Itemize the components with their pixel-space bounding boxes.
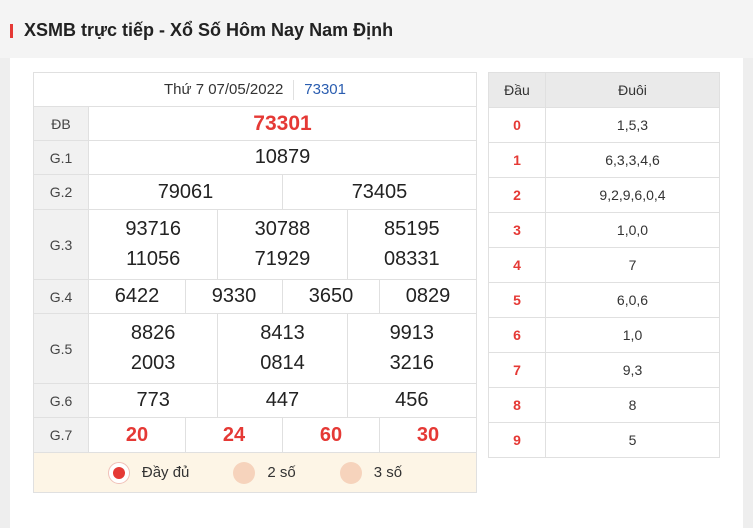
radio-icon[interactable] [233,461,256,484]
loto-duoi: 7 [628,257,637,273]
prize-number: 8826 [130,321,176,344]
prize-label: G.2 [34,175,89,209]
draw-date: Thứ 7 07/05/2022 [164,79,295,100]
loto-table: Đầu Đuôi 0 1,5,3 1 6,3,3,4,6 2 9,2,9,6,0… [488,72,720,458]
loto-dau: 6 [489,318,546,352]
page-header: XSMB trực tiếp - Xổ Số Hôm Nay Nam Định [0,0,753,58]
prize-row-g4: G.4 6422 9330 3650 0829 [34,280,476,314]
loto-header-dau: Đầu [489,73,546,107]
prize-number: 0829 [405,285,451,307]
option-label: Đầy đủ [141,464,190,481]
prize-number: 08331 [384,248,440,271]
draw-code-link[interactable]: 73301 [294,80,346,100]
loto-dau: 1 [489,143,546,177]
prize-number: 71929 [254,248,311,271]
prize-label: G.3 [34,210,89,279]
loto-dau: 7 [489,353,546,387]
prize-number: 9330 [186,280,283,313]
prize-label: G.1 [34,141,89,174]
prize-number: 3650 [283,280,380,313]
prize-number: 3216 [389,352,435,375]
loto-duoi: 6,0,6 [616,292,649,308]
results-table: Thứ 7 07/05/2022 73301 ĐB 73301 G.1 1087… [33,72,477,493]
loto-dau: 2 [489,178,546,212]
loto-duoi: 6,3,3,4,6 [605,152,660,168]
prize-number: 73405 [351,180,408,203]
loto-row: 4 7 [489,248,719,283]
results-header: Thứ 7 07/05/2022 73301 [34,73,476,107]
loto-duoi: 1,0,0 [616,222,649,238]
display-options: Đầy đủ 2 số 3 số [34,453,476,493]
prize-label: G.5 [34,314,89,383]
option-label: 2 số [267,464,296,481]
loto-row: 9 5 [489,423,719,458]
prize-number: 6422 [89,280,186,313]
prize-number: 0814 [260,352,305,375]
prize-number: 11056 [126,248,181,271]
loto-row: 1 6,3,3,4,6 [489,143,719,178]
prize-number: 447 [218,384,348,417]
prize-number: 79061 [89,175,283,209]
option-label: 3 số [373,464,403,481]
prize-number: 9913 [389,321,435,344]
loto-duoi: 1,5,3 [616,117,649,133]
radio-selected-icon[interactable] [107,461,130,484]
option-3-digits[interactable]: 3 số [339,461,403,484]
loto-dau: 8 [489,388,546,422]
prize-row-g1: G.1 10879 [34,141,476,175]
loto-dau: 9 [489,423,546,457]
loto-row: 2 9,2,9,6,0,4 [489,178,719,213]
prize-row-g3: G.3 93716 11056 30788 71929 85195 08331 [34,210,476,280]
prize-number: 60 [283,418,380,452]
prize-label: G.7 [34,418,89,452]
prize-number: 20 [89,418,186,452]
loto-dau: 5 [489,283,546,317]
loto-row: 3 1,0,0 [489,213,719,248]
prize-number: 24 [186,418,283,452]
prize-label: G.6 [34,384,89,417]
option-full[interactable]: Đầy đủ [107,461,190,484]
header-accent-bar [10,24,13,38]
prize-row-g5: G.5 8826 2003 8413 0814 9913 3216 [34,314,476,384]
prize-label: G.4 [34,280,89,313]
loto-header-row: Đầu Đuôi [489,73,719,108]
prize-number: 2003 [130,352,176,375]
prize-number: 93716 [125,217,181,240]
prize-number: 8413 [260,321,305,344]
loto-dau: 0 [489,108,546,142]
loto-duoi: 8 [628,397,637,413]
page-title: XSMB trực tiếp - Xổ Số Hôm Nay Nam Định [24,20,394,40]
prize-number: 773 [89,384,219,417]
prize-row-g2: G.2 79061 73405 [34,175,476,210]
prize-row-g7: G.7 20 24 60 30 [34,418,476,453]
prize-label: ĐB [34,107,89,140]
loto-duoi: 5 [628,432,637,448]
loto-dau: 4 [489,248,546,282]
loto-duoi: 9,3 [622,362,643,378]
loto-row: 7 9,3 [489,353,719,388]
loto-row: 5 6,0,6 [489,283,719,318]
prize-row-db: ĐB 73301 [34,107,476,141]
loto-duoi: 9,2,9,6,0,4 [599,187,666,203]
loto-header-duoi: Đuôi [618,82,647,98]
radio-icon[interactable] [339,461,362,484]
loto-dau: 3 [489,213,546,247]
loto-row: 6 1,0 [489,318,719,353]
option-2-digits[interactable]: 2 số [233,461,296,484]
prize-number: 73301 [253,111,312,135]
prize-number: 30 [416,423,440,446]
loto-row: 0 1,5,3 [489,108,719,143]
prize-number: 456 [395,389,429,411]
prize-number: 10879 [254,146,311,168]
prize-number: 30788 [254,217,311,240]
loto-row: 8 8 [489,388,719,423]
prize-row-g6: G.6 773 447 456 [34,384,476,418]
loto-duoi: 1,0 [622,327,643,343]
prize-number: 85195 [384,217,440,240]
